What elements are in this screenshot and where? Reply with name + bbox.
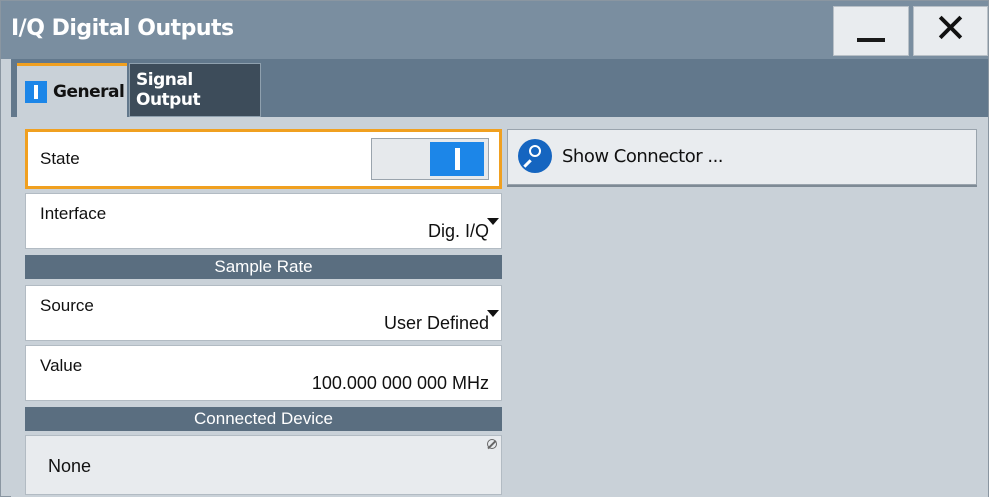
state-label: State — [40, 149, 80, 168]
title-bar: I/Q Digital Outputs ✕ — [1, 1, 988, 59]
state-field[interactable]: State — [25, 129, 502, 189]
search-icon — [518, 139, 552, 173]
on-indicator-icon — [25, 80, 47, 103]
sample-rate-header: Sample Rate — [25, 255, 502, 279]
connected-device-value: None — [48, 456, 92, 476]
toggle-on-knob — [430, 142, 484, 176]
interface-dropdown[interactable]: Interface Dig. I/Q — [25, 193, 502, 249]
minimize-button[interactable] — [833, 6, 909, 56]
source-label: Source — [40, 296, 94, 315]
source-dropdown[interactable]: Source User Defined — [25, 285, 502, 341]
value-value: 100.000 000 000 MHz — [311, 373, 489, 393]
value-label: Value — [40, 356, 83, 375]
interface-label: Interface — [40, 204, 107, 223]
close-button[interactable]: ✕ — [913, 6, 988, 56]
tab-general-label: General — [53, 81, 125, 102]
show-connector-label: Show Connector ... — [562, 146, 724, 167]
minimize-icon — [857, 38, 885, 42]
dialog-window: I/Q Digital Outputs ✕ General Signal Out… — [0, 0, 989, 497]
connected-device-header: Connected Device — [25, 407, 502, 431]
tab-signal-output-label: Signal Output — [136, 70, 201, 110]
value-field[interactable]: Value 100.000 000 000 MHz — [25, 345, 502, 401]
tab-general[interactable]: General — [17, 63, 127, 117]
state-toggle[interactable] — [371, 138, 489, 180]
interface-value: Dig. I/Q — [427, 221, 489, 241]
close-icon: ✕ — [933, 6, 968, 52]
disabled-icon — [487, 439, 497, 449]
window-title: I/Q Digital Outputs — [11, 16, 234, 41]
show-connector-button[interactable]: Show Connector ... — [507, 129, 977, 185]
general-panel: State Interface Dig. I/Q Sample Rate Sou… — [11, 117, 988, 497]
tab-signal-output[interactable]: Signal Output — [129, 63, 261, 117]
source-value: User Defined — [383, 313, 489, 333]
tab-strip: General Signal Output — [11, 59, 988, 117]
connected-device-field: None — [25, 435, 502, 495]
